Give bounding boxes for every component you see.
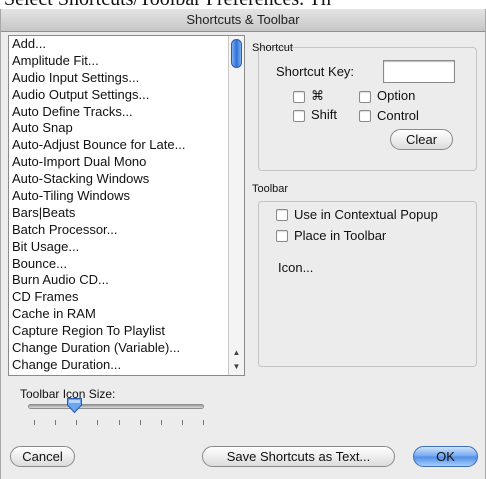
- shortcut-key-label: Shortcut Key:: [276, 64, 355, 79]
- command-list-item[interactable]: Auto Snap: [9, 120, 226, 137]
- shortcut-group-label: Shortcut: [252, 42, 293, 54]
- command-list-item[interactable]: Batch Processor...: [9, 222, 226, 239]
- slider-tick: [139, 420, 141, 425]
- command-key-checkbox[interactable]: [293, 91, 305, 103]
- shortcut-key-field[interactable]: [383, 60, 455, 83]
- command-list-item[interactable]: Auto-Adjust Bounce for Late...: [9, 137, 226, 154]
- command-list-item[interactable]: Audio Output Settings...: [9, 87, 226, 104]
- slider-tick: [203, 420, 204, 425]
- command-list-item[interactable]: Bit Usage...: [9, 239, 226, 256]
- slider-tick: [160, 420, 162, 425]
- scroll-up-arrow-icon[interactable]: ▲: [229, 347, 244, 359]
- save-shortcuts-as-text-button[interactable]: Save Shortcuts as Text...: [202, 446, 395, 467]
- command-list-item[interactable]: Auto-Stacking Windows: [9, 171, 226, 188]
- command-list-item[interactable]: Auto-Import Dual Mono: [9, 154, 226, 171]
- place-in-toolbar-label: Place in Toolbar: [294, 228, 387, 243]
- command-key-label: ⌘: [311, 88, 324, 103]
- shortcuts-toolbar-window: Shortcuts & Toolbar Add... Amplitude Fit.…: [0, 9, 486, 479]
- contextual-popup-checkbox[interactable]: [276, 209, 288, 221]
- toolbar-group-label: Toolbar: [252, 183, 289, 195]
- slider-tick: [181, 420, 183, 425]
- window-title: Shortcuts & Toolbar: [1, 9, 485, 32]
- command-list-item[interactable]: Capture Region To Playlist: [9, 323, 226, 340]
- place-in-toolbar-checkbox[interactable]: [276, 230, 288, 242]
- clear-button[interactable]: Clear: [390, 129, 453, 150]
- command-list-item[interactable]: Auto-Tiling Windows: [9, 188, 226, 205]
- slider-tick: [97, 420, 99, 425]
- option-key-label: Option: [377, 88, 416, 103]
- slider-tick: [55, 420, 57, 425]
- command-list-items: Add... Amplitude Fit... Audio Input Settin…: [9, 36, 226, 374]
- command-list-item[interactable]: Audio Input Settings...: [9, 70, 226, 87]
- control-key-label: Control: [377, 108, 419, 123]
- icon-button[interactable]: Icon...: [278, 260, 313, 275]
- command-list-item[interactable]: Auto Define Tracks...: [9, 104, 226, 121]
- icon-size-slider-knob[interactable]: [66, 397, 83, 414]
- command-list-item[interactable]: Change Duration (Variable)...: [9, 340, 226, 357]
- command-list-item[interactable]: Bounce...: [9, 256, 226, 273]
- command-list[interactable]: Add... Amplitude Fit... Audio Input Settin…: [8, 35, 245, 376]
- scroll-down-arrow-icon[interactable]: ▼: [229, 361, 244, 373]
- contextual-popup-label: Use in Contextual Popup: [294, 207, 438, 222]
- command-list-item[interactable]: Bars|Beats: [9, 205, 226, 222]
- command-list-item[interactable]: Add...: [9, 36, 226, 53]
- toolbar-group: [258, 201, 477, 367]
- slider-tick: [34, 420, 35, 425]
- command-list-scrollbar[interactable]: ▲ ▼: [228, 36, 244, 375]
- command-list-item[interactable]: CD Frames: [9, 289, 226, 306]
- option-key-checkbox[interactable]: [359, 91, 371, 103]
- icon-size-slider-track[interactable]: [28, 404, 204, 409]
- shift-key-label: Shift: [311, 107, 338, 122]
- shift-key-checkbox[interactable]: [293, 110, 305, 122]
- scrollbar-thumb[interactable]: [231, 39, 242, 68]
- command-list-item[interactable]: Change Duration...: [9, 357, 226, 374]
- ok-button[interactable]: OK: [413, 446, 478, 467]
- slider-tick: [118, 420, 120, 425]
- slider-tick: [76, 420, 78, 425]
- command-list-item[interactable]: Amplitude Fit...: [9, 53, 226, 70]
- command-list-item[interactable]: Burn Audio CD...: [9, 272, 226, 289]
- command-list-item[interactable]: Cache in RAM: [9, 306, 226, 323]
- cancel-button[interactable]: Cancel: [10, 446, 75, 467]
- control-key-checkbox[interactable]: [359, 110, 371, 122]
